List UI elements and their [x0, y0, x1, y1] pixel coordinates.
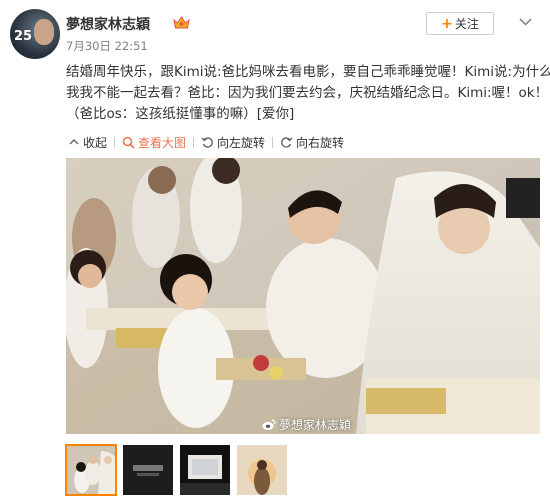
thumbnail-image [180, 445, 230, 495]
username[interactable]: 夢想家林志穎 [66, 14, 150, 34]
rotate-right-icon [281, 136, 293, 148]
post-text-line: 我我不能一起去看？爸比：因为我们要去约会，庆祝结婚纪念日。Kimi:喔！ok！ [66, 85, 549, 101]
avatar-face [34, 19, 54, 45]
post-text-line: （爸比os：这孩纸挺懂事的嘛）[爱你] [66, 106, 295, 122]
collapse-button[interactable]: 收起 [66, 134, 114, 151]
post-timestamp[interactable]: 7月30日 22:51 [66, 38, 148, 54]
weibo-logo-icon [262, 418, 276, 430]
plus-icon: + [441, 15, 453, 32]
chevron-down-icon [518, 18, 532, 26]
thumbnail-strip [65, 444, 287, 496]
thumbnail-image [237, 445, 287, 495]
view-large-label: 查看大图 [138, 135, 187, 150]
post-text-line: 结婚周年快乐，跟Kimi说:爸比妈咪去看电影，要自己乖乖睡觉喔！Kimi说:为什… [66, 64, 550, 80]
magnify-icon [122, 136, 135, 149]
rotate-right-label: 向右旋转 [296, 135, 345, 150]
thumbnail-screen[interactable] [180, 445, 230, 495]
thumbnail-sunset[interactable] [237, 445, 287, 495]
collapse-icon [69, 138, 79, 145]
view-large-button[interactable]: 查看大图 [115, 134, 193, 151]
rotate-right-button[interactable]: 向右旋转 [273, 134, 351, 151]
thumbnail-image [123, 445, 173, 495]
wedding-photo-illustration [66, 158, 540, 434]
collapse-label: 收起 [83, 135, 108, 150]
thumbnail-wedding[interactable] [65, 444, 117, 496]
thumbnail-image [66, 445, 116, 495]
follow-label: 关注 [454, 17, 479, 31]
photo-watermark: 夢想家林志穎 [262, 416, 351, 433]
rotate-left-label: 向左旋转 [217, 135, 266, 150]
post-photo[interactable]: 夢想家林志穎 [66, 158, 540, 434]
post-text: 结婚周年快乐，跟Kimi说:爸比妈咪去看电影，要自己乖乖睡觉喔！Kimi说:为什… [66, 62, 550, 125]
rotate-left-button[interactable]: 向左旋转 [194, 134, 272, 151]
image-toolbar: 收起 查看大图 向左旋转 向右旋转 [66, 130, 540, 154]
vip-crown-icon[interactable] [173, 15, 190, 30]
more-options-button[interactable] [514, 12, 536, 32]
avatar-badge: 25 [14, 29, 33, 44]
rotate-left-icon [201, 136, 213, 148]
avatar[interactable]: 25 [10, 9, 60, 59]
watermark-text: 夢想家林志穎 [279, 418, 352, 432]
follow-button[interactable]: + 关注 [426, 12, 494, 35]
thumbnail-card[interactable] [123, 445, 173, 495]
